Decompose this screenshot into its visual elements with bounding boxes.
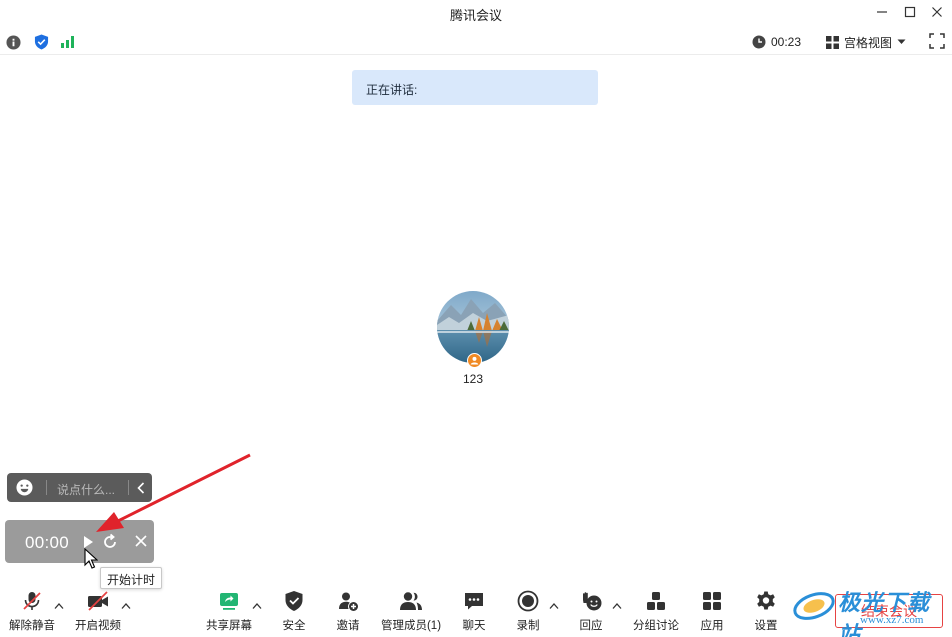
watermark-text: 极光下载站: [838, 590, 931, 637]
mouse-cursor-icon: [84, 548, 98, 569]
unmute-button[interactable]: 解除静音: [8, 586, 56, 633]
info-icon: [5, 34, 21, 50]
share-options-caret-icon[interactable]: [252, 602, 262, 610]
participant-name: 123: [462, 372, 484, 386]
emoji-icon[interactable]: [16, 479, 33, 496]
react-button[interactable]: 回应: [575, 586, 607, 633]
record-icon: [517, 590, 539, 612]
close-icon[interactable]: [133, 533, 149, 549]
maximize-icon: [904, 6, 916, 18]
react-label: 回应: [579, 620, 603, 632]
manage-members-button[interactable]: 管理成员(1): [380, 586, 442, 633]
raise-hand-emoji-icon: [583, 592, 602, 611]
gear-icon: [757, 591, 775, 610]
breakout-rooms-label: 分组讨论: [633, 620, 679, 632]
fullscreen-button[interactable]: [929, 33, 947, 51]
camera-off-icon: [88, 591, 108, 611]
shield-check-icon: [285, 591, 303, 611]
chat-button[interactable]: 聊天: [458, 586, 490, 633]
record-options-caret-icon[interactable]: [549, 602, 559, 610]
reset-icon[interactable]: [101, 533, 119, 551]
host-badge: [467, 353, 482, 368]
stopwatch-widget: 00:00: [5, 520, 154, 563]
title-bar: 腾讯会议: [0, 0, 952, 26]
meeting-duration: 00:23: [752, 33, 801, 51]
start-video-label: 开启视频: [75, 620, 121, 632]
signal-bars-icon: [61, 36, 74, 48]
meeting-window: 腾讯会议 00:23 宫格视图 正在讲话: 123 说点什么... 00:00 …: [0, 0, 952, 637]
chevron-left-icon: [137, 482, 145, 494]
speaking-indicator: 正在讲话:: [352, 70, 598, 105]
share-screen-button[interactable]: 共享屏幕: [205, 586, 253, 633]
apps-button[interactable]: 应用: [696, 586, 728, 633]
unmute-label: 解除静音: [9, 620, 55, 632]
window-title: 腾讯会议: [449, 8, 502, 23]
security-label: 安全: [282, 620, 306, 632]
invite-label: 邀请: [336, 620, 360, 632]
share-screen-icon: [220, 593, 238, 610]
settings-label: 设置: [754, 620, 778, 632]
view-mode-label: 宫格视图: [844, 35, 893, 50]
breakout-rooms-button[interactable]: 分组讨论: [631, 586, 681, 633]
grid-view-icon: [826, 35, 839, 49]
chat-input[interactable]: 说点什么...: [57, 481, 115, 498]
record-button[interactable]: 录制: [512, 586, 544, 633]
fullscreen-icon: [929, 33, 945, 49]
quick-chat-bar: 说点什么...: [7, 473, 152, 502]
site-watermark: 极光下载站 www.xz7.com: [790, 580, 950, 637]
watermark-url: www.xz7.com: [860, 614, 924, 626]
meeting-info-bar: 00:23 宫格视图: [0, 29, 952, 55]
record-label: 录制: [516, 620, 540, 632]
security-status-button[interactable]: [32, 33, 50, 51]
duration-text: 00:23: [771, 35, 802, 49]
manage-members-label: 管理成员(1): [380, 620, 442, 632]
mic-muted-icon: [23, 592, 41, 610]
minimize-button[interactable]: [870, 2, 894, 22]
chat-label: 聊天: [462, 620, 486, 632]
divider: [46, 480, 47, 495]
close-icon: [932, 7, 942, 17]
security-button[interactable]: 安全: [277, 586, 311, 633]
react-options-caret-icon[interactable]: [612, 602, 622, 610]
maximize-button[interactable]: [898, 2, 922, 22]
minimize-icon: [877, 11, 887, 13]
apps-label: 应用: [700, 620, 724, 632]
start-video-button[interactable]: 开启视频: [73, 586, 123, 633]
apps-grid-icon: [703, 592, 721, 610]
network-status-button[interactable]: [59, 33, 77, 51]
add-user-icon: [339, 592, 358, 611]
caret-down-icon: [897, 39, 906, 44]
share-screen-label: 共享屏幕: [206, 620, 252, 632]
settings-button[interactable]: 设置: [750, 586, 782, 633]
close-button[interactable]: [925, 2, 949, 22]
watermark-logo-icon: [793, 592, 835, 620]
members-icon: [400, 592, 422, 610]
shield-check-icon: [34, 34, 48, 50]
invite-button[interactable]: 邀请: [331, 586, 365, 633]
user-icon: [470, 356, 479, 365]
breakout-icon: [647, 592, 665, 610]
mic-options-caret-icon[interactable]: [54, 602, 64, 610]
view-mode-dropdown[interactable]: 宫格视图: [826, 32, 906, 52]
collapse-chat-button[interactable]: [131, 478, 151, 498]
chat-bubble-icon: [465, 593, 483, 610]
video-options-caret-icon[interactable]: [121, 602, 131, 610]
divider: [128, 480, 129, 495]
stopwatch-time: 00:00: [25, 533, 70, 552]
meeting-info-button[interactable]: [4, 33, 22, 51]
clock-icon: [752, 35, 766, 49]
